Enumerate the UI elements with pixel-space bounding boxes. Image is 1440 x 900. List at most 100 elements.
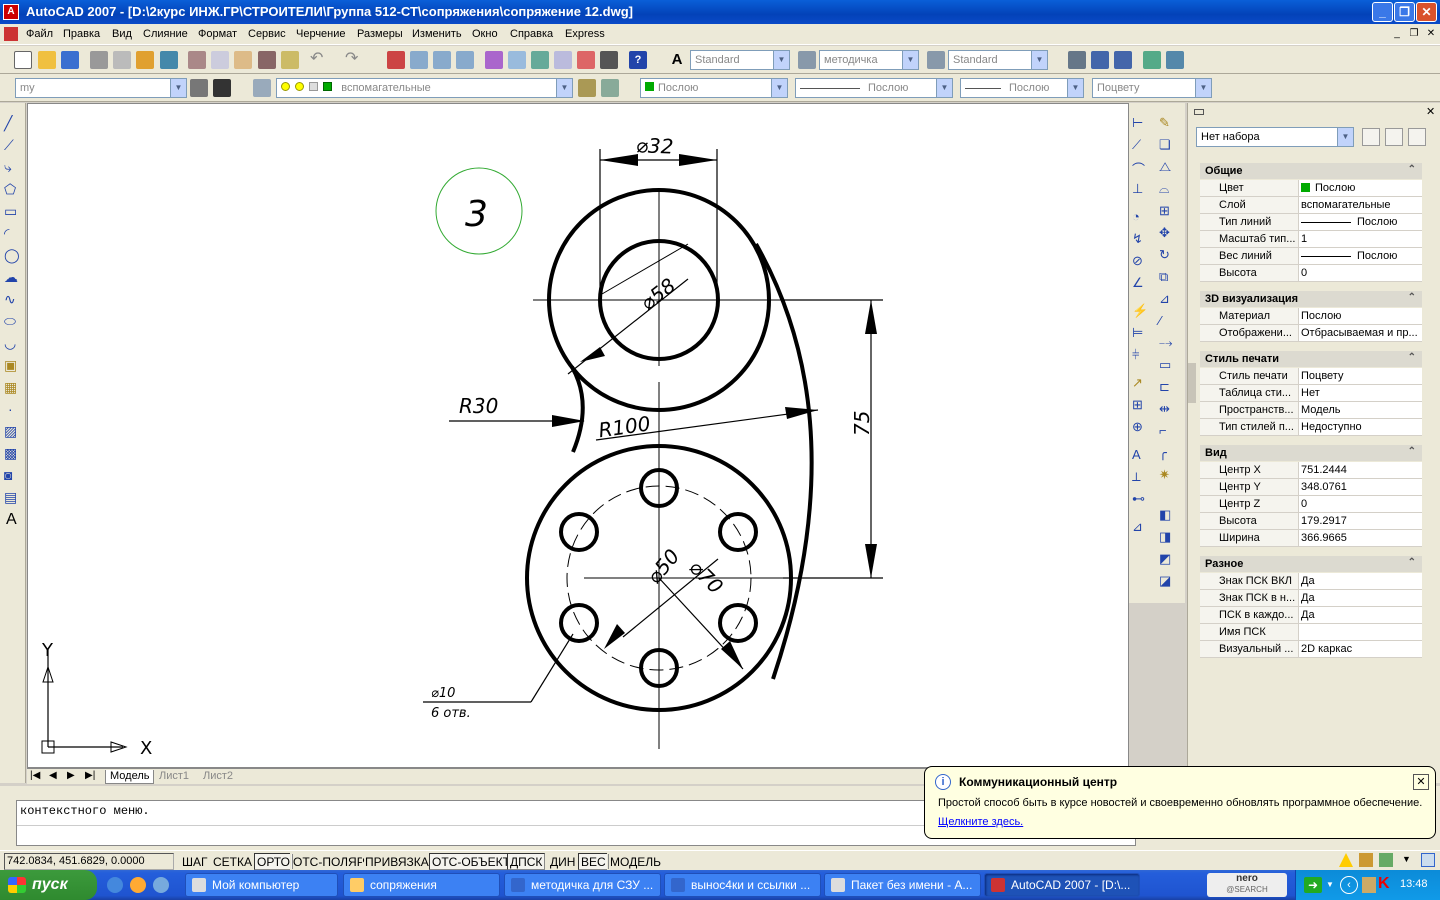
- layout2-icon[interactable]: [1091, 51, 1109, 69]
- paste-icon[interactable]: [234, 51, 252, 69]
- break-icon[interactable]: ⊏: [1159, 379, 1177, 397]
- start-button[interactable]: пуск: [0, 870, 97, 900]
- menu-merge[interactable]: Слияние: [143, 28, 188, 40]
- aligned-dim-icon[interactable]: ⟋: [1132, 137, 1150, 155]
- tab-layout1[interactable]: Лист1: [155, 770, 193, 784]
- dyn-toggle[interactable]: ДИН: [547, 853, 579, 870]
- redo-icon[interactable]: ↷: [345, 51, 363, 69]
- print-icon[interactable]: [90, 51, 108, 69]
- cut-icon[interactable]: [188, 51, 206, 69]
- plotstyle-select[interactable]: Поцвету ▼: [1092, 78, 1212, 98]
- status-menu-icon[interactable]: ▼: [1402, 854, 1411, 864]
- tool-palettes-icon[interactable]: [531, 51, 549, 69]
- layer-previous-icon[interactable]: [601, 79, 619, 97]
- line-icon[interactable]: ╱: [4, 115, 22, 133]
- prop-value[interactable]: Послою: [1301, 182, 1421, 194]
- copy-icon[interactable]: [211, 51, 229, 69]
- clean-screen-icon[interactable]: [1421, 853, 1435, 867]
- rectangle-icon[interactable]: ▭: [4, 203, 22, 221]
- grid-toggle[interactable]: СЕТКА: [210, 853, 255, 870]
- offset-icon[interactable]: ⌓: [1159, 181, 1177, 199]
- rotate-icon[interactable]: ↻: [1159, 247, 1177, 265]
- prop-row[interactable]: Слой вспомагательные: [1200, 197, 1422, 214]
- collapse-chevron-icon[interactable]: ⌃: [1408, 164, 1416, 175]
- radius-dim-icon[interactable]: ◔: [1132, 209, 1150, 227]
- prop-row[interactable]: Таблица сти... Нет: [1200, 385, 1422, 402]
- menu-dimension[interactable]: Размеры: [357, 28, 403, 40]
- arc-icon[interactable]: ◜: [4, 225, 22, 243]
- prop-value[interactable]: Да: [1301, 592, 1421, 604]
- ducs-toggle[interactable]: ДПСК: [507, 853, 546, 870]
- open-icon[interactable]: [38, 51, 56, 69]
- insert-block-icon[interactable]: ▣: [4, 357, 22, 375]
- match-properties-icon[interactable]: [258, 51, 276, 69]
- menu-express[interactable]: Express: [565, 28, 605, 40]
- prop-value[interactable]: 366.9665: [1301, 532, 1421, 544]
- prop-row[interactable]: Высота 179.2917: [1200, 513, 1422, 530]
- viewport-icon[interactable]: [1143, 51, 1161, 69]
- multiline-text-icon[interactable]: A: [6, 511, 24, 529]
- prop-value[interactable]: 751.2444: [1301, 464, 1421, 476]
- toggle-pickadd-icon[interactable]: [1362, 128, 1380, 146]
- workspace-select[interactable]: my ▼: [15, 78, 187, 98]
- draworder-under-icon[interactable]: ◪: [1159, 573, 1177, 591]
- collapse-chevron-icon[interactable]: ⌃: [1408, 292, 1416, 303]
- table-style-select[interactable]: Standard ▼: [948, 50, 1048, 70]
- trim-icon[interactable]: ⁄: [1159, 313, 1177, 331]
- properties-icon[interactable]: [485, 51, 503, 69]
- copy-object-icon[interactable]: ❏: [1159, 137, 1177, 155]
- prop-row[interactable]: Масштаб тип... 1: [1200, 231, 1422, 248]
- prop-row[interactable]: Знак ПСК ВКЛ Да: [1200, 573, 1422, 590]
- tab-layout2[interactable]: Лист2: [199, 770, 237, 784]
- calculator-icon[interactable]: [600, 51, 618, 69]
- baseline-dim-icon[interactable]: ⊨: [1132, 325, 1150, 343]
- prop-value[interactable]: Да: [1301, 609, 1421, 621]
- task-autocad[interactable]: AutoCAD 2007 - [D:\...: [984, 873, 1140, 897]
- task-my-computer[interactable]: Мой компьютер: [185, 873, 338, 897]
- drawing-canvas[interactable]: ⌀32 ⌀58 R30 R100 75 ⌀50 ⌀70 ⌀10 6 отв. 3…: [27, 103, 1129, 768]
- make-current-layer-icon[interactable]: [578, 79, 596, 97]
- stretch-icon[interactable]: ⊿: [1159, 291, 1177, 309]
- prop-row[interactable]: Пространств... Модель: [1200, 402, 1422, 419]
- workspace-settings-icon[interactable]: [190, 79, 208, 97]
- design-center-icon[interactable]: [508, 51, 526, 69]
- prop-row[interactable]: Вес линий Послою: [1200, 248, 1422, 265]
- color-select[interactable]: Послою ▼: [640, 78, 788, 98]
- table-icon[interactable]: ▤: [4, 489, 22, 507]
- dim-style-select[interactable]: методичка ▼: [819, 50, 919, 70]
- prop-row[interactable]: Центр Z0: [1200, 496, 1422, 513]
- spline-icon[interactable]: ∿: [4, 291, 22, 309]
- help-icon[interactable]: ?: [629, 51, 647, 69]
- preview-icon[interactable]: [113, 51, 131, 69]
- scale-icon[interactable]: ⧉: [1159, 269, 1177, 287]
- doc-restore-button[interactable]: ❐: [1407, 27, 1421, 41]
- kaspersky-icon[interactable]: K: [1378, 875, 1390, 893]
- menu-draw[interactable]: Черчение: [296, 28, 346, 40]
- text-style-select[interactable]: Standard ▼: [690, 50, 790, 70]
- task-word-doc2[interactable]: вынос4ки и ссылки ...: [664, 873, 821, 897]
- dim-style-icon[interactable]: [798, 51, 816, 69]
- tab-model[interactable]: Модель: [105, 770, 155, 784]
- construction-line-icon[interactable]: ⟋: [4, 137, 22, 155]
- coordinates-display[interactable]: 742.0834, 451.6829, 0.0000: [4, 853, 174, 870]
- menu-help[interactable]: Справка: [510, 28, 553, 40]
- task-package[interactable]: Пакет без имени - А...: [824, 873, 981, 897]
- dim-update-icon[interactable]: ⊷: [1132, 491, 1150, 509]
- communication-center-icon[interactable]: [1379, 853, 1393, 867]
- erase-icon[interactable]: ✎: [1159, 115, 1177, 133]
- doc-minimize-button[interactable]: _: [1390, 27, 1404, 41]
- first-tab-icon[interactable]: |◀: [30, 770, 40, 781]
- prop-value[interactable]: вспомагательные: [1301, 199, 1421, 211]
- prop-value[interactable]: Да: [1301, 575, 1421, 587]
- prop-row[interactable]: Тип линий Послою: [1200, 214, 1422, 231]
- minimize-button[interactable]: _: [1372, 2, 1393, 22]
- gradient-icon[interactable]: ▩: [4, 445, 22, 463]
- palette-side-handle[interactable]: [1188, 363, 1196, 403]
- 3dwf-icon[interactable]: [160, 51, 178, 69]
- fillet-icon[interactable]: ╭: [1159, 445, 1177, 463]
- move-icon[interactable]: ✥: [1159, 225, 1177, 243]
- prop-value[interactable]: Модель: [1301, 404, 1421, 416]
- chamfer-icon[interactable]: ⌐: [1159, 423, 1177, 441]
- layout-icon[interactable]: [1068, 51, 1086, 69]
- menu-tools[interactable]: Сервис: [248, 28, 286, 40]
